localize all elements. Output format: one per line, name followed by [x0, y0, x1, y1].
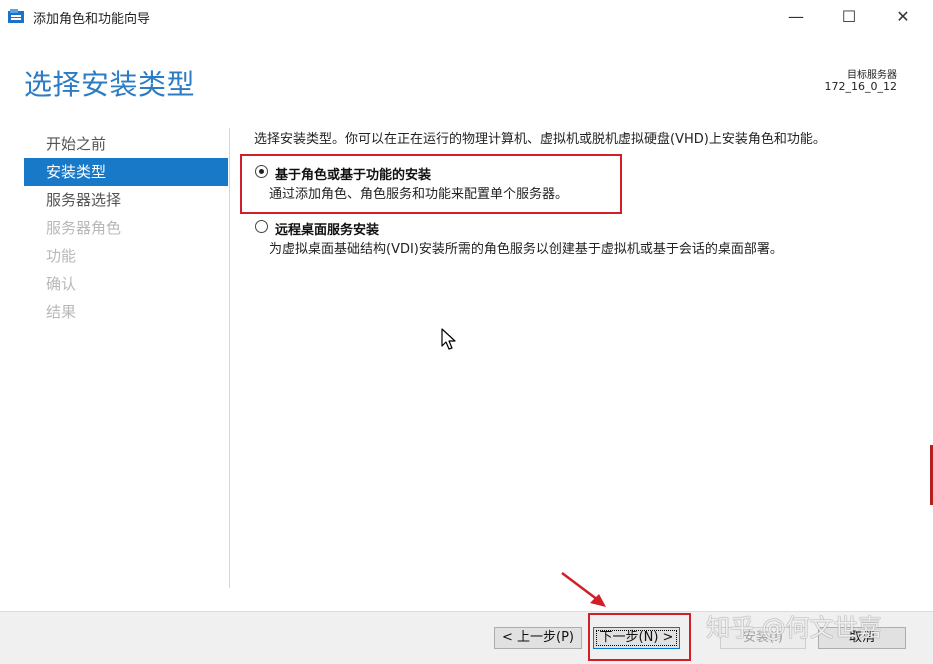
nav-item-server-selection[interactable]: 服务器选择 [24, 186, 228, 214]
title-bar: 添加角色和功能向导 — ☐ ✕ [0, 0, 933, 32]
wizard-window: 添加角色和功能向导 — ☐ ✕ 选择安装类型 目标服务器 172_16_0_12… [0, 0, 933, 664]
intro-text: 选择安装类型。你可以在正在运行的物理计算机、虚拟机或脱机虚拟硬盘(VHD)上安装… [254, 132, 826, 147]
server-manager-icon [8, 9, 24, 23]
nav-item-server-roles: 服务器角色 [46, 219, 122, 237]
close-button[interactable]: ✕ [880, 0, 926, 32]
destination-server-value: 172_16_0_12 [824, 80, 898, 93]
annotation-highlight-box [240, 154, 622, 214]
window-title: 添加角色和功能向导 [33, 12, 151, 27]
nav-item-results: 结果 [46, 303, 77, 321]
nav-divider [229, 128, 230, 588]
watermark: 知乎 @何文世嘉 [706, 614, 882, 642]
back-button[interactable]: < 上一步(P) [494, 627, 582, 649]
annotation-arrow-icon [561, 572, 606, 607]
nav-item-confirmation: 确认 [46, 275, 77, 293]
nav-item-before-you-begin[interactable]: 开始之前 [24, 130, 228, 158]
minimize-button[interactable]: — [773, 0, 819, 32]
option-title[interactable]: 远程桌面服务安装 [275, 219, 379, 238]
option-description: 为虚拟桌面基础结构(VDI)安装所需的角色服务以创建基于虚拟机或基于会话的桌面部… [269, 242, 783, 257]
destination-server-label: 目标服务器 [847, 70, 897, 81]
maximize-button[interactable]: ☐ [826, 0, 872, 32]
page-title: 选择安装类型 [24, 68, 196, 101]
nav-item-installation-type[interactable]: 安装类型 [24, 158, 228, 186]
annotation-next-highlight [588, 613, 691, 661]
wizard-nav: 开始之前 安装类型 服务器选择 服务器角色 功能 确认 结果 [24, 130, 228, 326]
radio-remote-desktop[interactable] [255, 220, 268, 233]
mouse-cursor-icon [441, 328, 456, 350]
nav-item-features: 功能 [46, 247, 77, 265]
